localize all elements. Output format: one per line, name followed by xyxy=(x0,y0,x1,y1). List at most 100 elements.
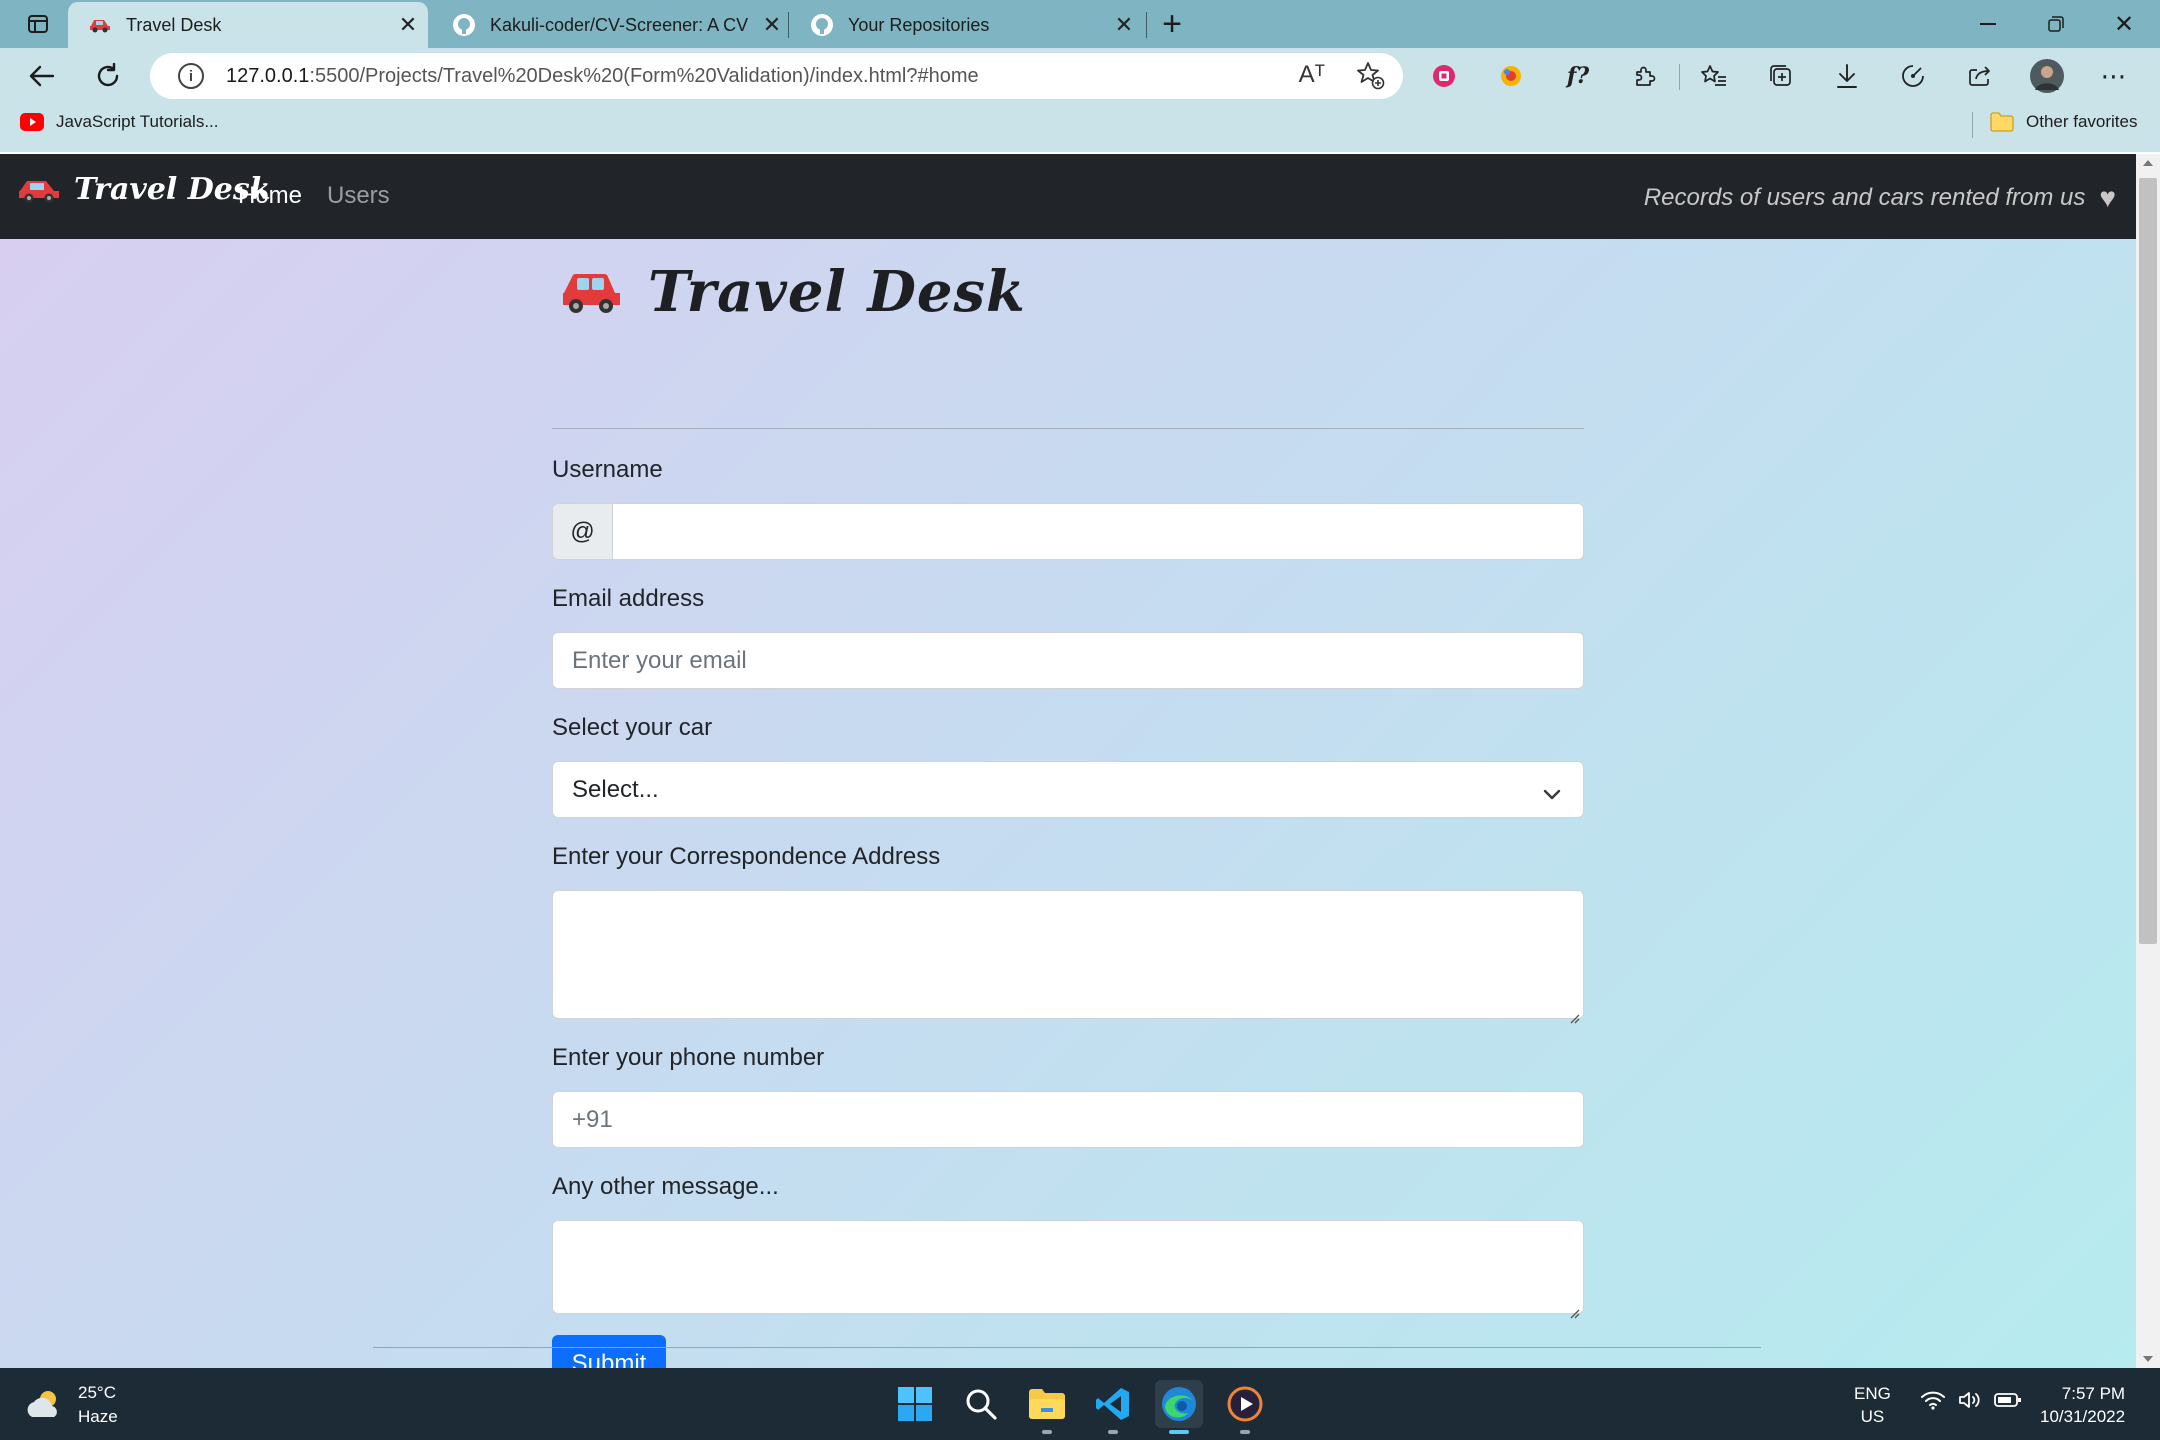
tab-title: Travel Desk xyxy=(126,14,222,35)
folder-icon xyxy=(1990,112,2014,132)
footer-divider xyxy=(373,1347,1761,1348)
site-navbar: Travel Desk Home Users Records of users … xyxy=(0,154,2136,239)
clock-date: 10/31/2022 xyxy=(2040,1407,2126,1426)
downloads-icon[interactable] xyxy=(1825,54,1869,98)
formula-extension-icon[interactable]: f? xyxy=(1556,54,1600,98)
favorite-label: JavaScript Tutorials... xyxy=(56,112,219,131)
collections-icon[interactable] xyxy=(1759,54,1803,98)
submit-button[interactable]: Submit xyxy=(552,1335,666,1368)
favorite-javascript-tutorials[interactable]: JavaScript Tutorials... xyxy=(20,112,219,132)
tab-cv-screener[interactable]: Kakuli-coder/CV-Screener: A CV ✕ xyxy=(432,2,792,48)
favorite-label: Other favorites xyxy=(2026,112,2138,131)
settings-more-icon[interactable]: ⋯ xyxy=(2092,54,2136,98)
address-bar[interactable]: i 127.0.0.1:5500/Projects/Travel%20Desk%… xyxy=(150,53,1403,99)
vscode-icon[interactable] xyxy=(1089,1380,1137,1434)
window-close-icon[interactable]: ✕ xyxy=(2092,0,2156,48)
other-favorites-folder[interactable]: Other favorites xyxy=(1990,112,2138,132)
address-textarea[interactable] xyxy=(552,890,1584,1024)
username-input-group: @ xyxy=(552,503,1584,560)
username-input[interactable] xyxy=(613,503,1584,560)
file-explorer-icon[interactable] xyxy=(1023,1380,1071,1434)
navbar-tagline: Records of users and cars rented from us… xyxy=(1644,182,2116,214)
clock-time: 7:57 PM xyxy=(2061,1384,2126,1403)
address-label: Enter your Correspondence Address xyxy=(552,843,941,870)
message-textarea[interactable] xyxy=(552,1220,1584,1319)
email-input[interactable]: Enter your email xyxy=(552,632,1584,689)
resize-grip-icon[interactable] xyxy=(1568,1003,1580,1024)
search-icon[interactable] xyxy=(957,1380,1005,1428)
nav-link-users[interactable]: Users xyxy=(327,182,390,210)
media-player-icon[interactable] xyxy=(1221,1380,1269,1434)
scroll-down-icon[interactable] xyxy=(2143,1356,2153,1362)
page-heading: Travel Desk xyxy=(560,259,1026,325)
tab-title: Your Repositories xyxy=(848,14,990,35)
clock[interactable]: 7:57 PM 10/31/2022 xyxy=(2040,1382,2125,1428)
new-tab-button[interactable]: + xyxy=(1140,0,1204,48)
minimize-icon[interactable] xyxy=(1956,0,2020,48)
nav-link-home[interactable]: Home xyxy=(238,182,302,210)
weather-temp: 25°C xyxy=(78,1383,116,1402)
browser-tab-bar: Travel Desk ✕ Kakuli-coder/CV-Screener: … xyxy=(0,0,2160,48)
volume-icon xyxy=(1958,1390,1982,1410)
car-select[interactable]: Select... xyxy=(552,761,1584,818)
site-info-icon[interactable]: i xyxy=(178,63,204,89)
start-windows-icon[interactable] xyxy=(891,1380,939,1428)
running-indicator xyxy=(1240,1430,1250,1434)
language-indicator[interactable]: ENG US xyxy=(1854,1382,1891,1428)
performance-icon[interactable] xyxy=(1891,54,1935,98)
tagline-text: Records of users and cars rented from us xyxy=(1643,184,2086,211)
running-indicator xyxy=(1042,1430,1052,1434)
system-tray[interactable] xyxy=(1920,1390,2022,1410)
close-tab-icon[interactable]: ✕ xyxy=(388,12,428,38)
running-indicator xyxy=(1108,1430,1118,1434)
refresh-icon[interactable] xyxy=(78,48,138,104)
language-code: ENG xyxy=(1854,1384,1891,1403)
read-aloud-icon[interactable]: Aᵀ xyxy=(1299,61,1325,89)
add-favorite-icon[interactable] xyxy=(1355,60,1385,96)
tab-separator xyxy=(788,12,789,38)
chevron-down-icon xyxy=(1543,780,1561,808)
back-arrow-icon[interactable] xyxy=(12,48,72,104)
heading-text: Travel Desk xyxy=(648,259,1026,325)
tab-title: Kakuli-coder/CV-Screener: A CV xyxy=(490,14,749,35)
wifi-icon xyxy=(1920,1390,1946,1410)
phone-input[interactable]: +91 xyxy=(552,1091,1584,1148)
close-tab-icon[interactable]: ✕ xyxy=(752,12,792,38)
share-icon[interactable] xyxy=(1958,54,2002,98)
extension-color-icon[interactable] xyxy=(1489,54,1533,98)
email-placeholder: Enter your email xyxy=(572,646,747,674)
edge-browser-icon[interactable] xyxy=(1155,1380,1203,1434)
tab-your-repositories[interactable]: Your Repositories ✕ xyxy=(790,2,1144,48)
weather-haze-icon xyxy=(24,1387,64,1423)
toolbar-divider xyxy=(1679,64,1680,90)
close-tab-icon[interactable]: ✕ xyxy=(1104,12,1144,38)
car-emoji-icon xyxy=(88,13,112,37)
phone-label: Enter your phone number xyxy=(552,1044,825,1071)
restore-icon[interactable] xyxy=(2024,0,2088,48)
tab-actions-icon[interactable] xyxy=(6,0,70,48)
active-indicator xyxy=(1169,1430,1189,1434)
github-icon xyxy=(452,13,476,37)
at-prefix: @ xyxy=(552,503,613,560)
car-emoji-icon xyxy=(560,269,624,315)
heading-divider xyxy=(552,428,1584,429)
scroll-up-icon[interactable] xyxy=(2143,160,2153,166)
weather-condition: Haze xyxy=(78,1407,118,1426)
weather-widget[interactable]: 25°C Haze xyxy=(24,1381,118,1429)
battery-icon xyxy=(1994,1392,2022,1408)
github-icon xyxy=(810,13,834,37)
tab-travel-desk[interactable]: Travel Desk ✕ xyxy=(68,2,428,48)
phone-placeholder: +91 xyxy=(572,1105,613,1133)
favorites-bar: JavaScript Tutorials... Other favorites xyxy=(0,104,2160,144)
profile-avatar[interactable] xyxy=(2025,54,2069,98)
scrollbar-thumb[interactable] xyxy=(2139,178,2157,944)
region-code: US xyxy=(1860,1407,1885,1426)
username-label: Username xyxy=(552,456,663,483)
extensions-puzzle-icon[interactable] xyxy=(1622,54,1666,98)
favorites-icon[interactable] xyxy=(1692,54,1736,98)
extension-record-icon[interactable] xyxy=(1422,54,1466,98)
resize-grip-icon[interactable] xyxy=(1568,1298,1580,1319)
favorites-divider xyxy=(1972,112,1973,138)
navbar-brand[interactable]: Travel Desk xyxy=(16,172,271,207)
url-path: :5500/Projects/Travel%20Desk%20(Form%20V… xyxy=(309,64,979,87)
